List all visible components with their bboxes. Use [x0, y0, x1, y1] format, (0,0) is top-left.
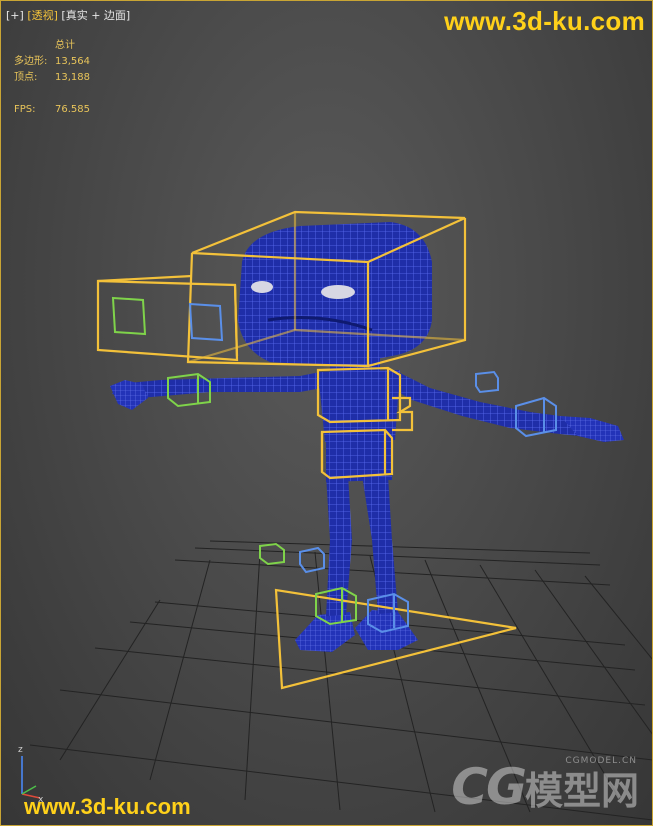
- axis-x-label: x: [38, 795, 44, 802]
- axis-gizmo-icon: z x: [18, 745, 44, 802]
- stats-polys-label: 多边形:: [14, 56, 48, 67]
- stats-title: 总计: [55, 40, 75, 51]
- mesh-left-foot: [295, 612, 355, 652]
- viewport-label: [+] [透视] [真实 + 边面]: [6, 7, 130, 23]
- mesh-right-eye: [321, 285, 355, 299]
- right-elbow-pole[interactable]: [475, 370, 499, 394]
- mesh-right-leg: [362, 475, 398, 614]
- eye-control[interactable]: [96, 274, 239, 362]
- axis-z-label: z: [18, 745, 23, 755]
- viewport-menu-view[interactable]: [透视]: [27, 9, 58, 22]
- watermark-bottom: www.3d-ku.com: [24, 794, 191, 819]
- right-eye-target[interactable]: [188, 302, 224, 342]
- left-eye-target[interactable]: [111, 296, 147, 336]
- stats-polys-value: 13,564: [55, 56, 90, 67]
- scene-canvas[interactable]: [0, 0, 653, 826]
- viewport-menu-plus[interactable]: [+]: [6, 9, 24, 22]
- cg-logo-text: CG: [451, 758, 527, 816]
- stats-verts-value: 13,188: [55, 72, 90, 83]
- stats-fps-value: 76.585: [55, 104, 90, 115]
- stats-fps-label: FPS:: [14, 104, 36, 115]
- cg-chinese-text: 模型网: [524, 769, 639, 813]
- mesh-left-eye: [251, 281, 273, 293]
- mesh-left-leg: [326, 475, 352, 616]
- cg-logo-icon: CGMODEL.CN CG模型网: [451, 756, 639, 816]
- viewport-menu-shading[interactable]: [真实 + 边面]: [61, 9, 130, 22]
- viewport-perspective[interactable]: [+] [透视] [真实 + 边面] 总计 多边形: 13,564 顶点: 13,1…: [0, 0, 653, 826]
- left-knee-pole[interactable]: [259, 542, 285, 566]
- watermark-top: www.3d-ku.com: [444, 6, 645, 36]
- stats-verts-label: 顶点:: [14, 72, 38, 83]
- cg-domain: CGMODEL.CN: [565, 756, 637, 766]
- right-knee-pole[interactable]: [299, 546, 325, 574]
